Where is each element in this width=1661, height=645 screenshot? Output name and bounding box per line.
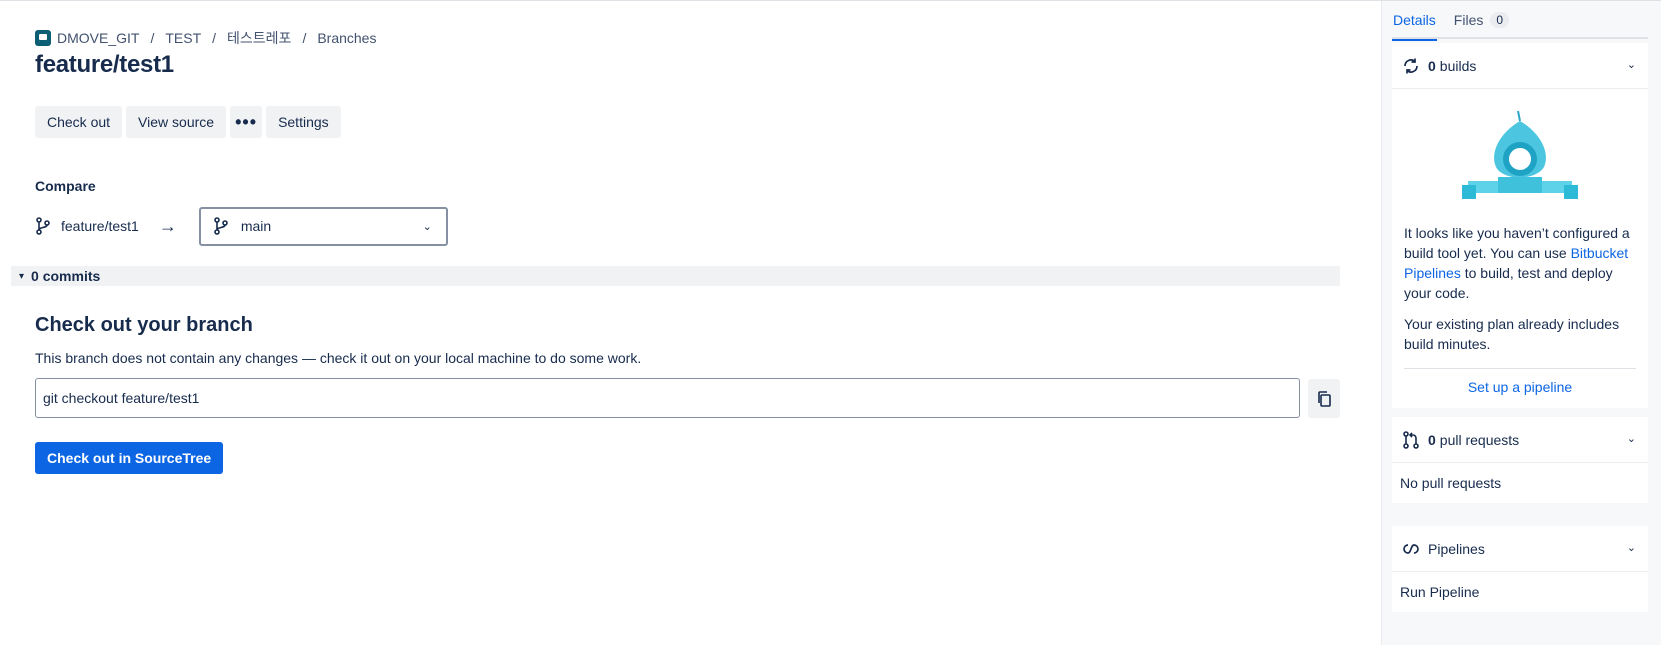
repository-icon: [35, 30, 51, 46]
pipelines-icon: [1402, 540, 1420, 558]
pipelines-panel-header[interactable]: Pipelines ⌄: [1392, 526, 1648, 572]
builds-label: builds: [1439, 57, 1477, 74]
set-up-pipeline-link[interactable]: Set up a pipeline: [1404, 369, 1636, 408]
chevron-down-icon: ⌄: [1626, 542, 1636, 554]
refresh-icon: [1402, 57, 1420, 75]
chevron-down-icon: ⌄: [1626, 59, 1636, 71]
pull-requests-panel-header[interactable]: 0 pull requests ⌄: [1392, 417, 1648, 463]
pipelines-illustration: [1462, 110, 1578, 199]
compare-label: Compare: [35, 178, 96, 194]
pipelines-panel: Pipelines ⌄ Run Pipeline: [1392, 526, 1648, 612]
branch-toolbar: Check out View source ••• Settings: [35, 106, 341, 138]
breadcrumb-branches[interactable]: Branches: [317, 30, 376, 46]
pipelines-label: Pipelines: [1428, 540, 1485, 557]
more-actions-button[interactable]: •••: [230, 106, 263, 138]
target-branch-value: main: [240, 218, 272, 234]
sidebar-tabs: Details Files 0: [1392, 1, 1648, 41]
pull-requests-count: 0: [1428, 431, 1436, 448]
chevron-down-icon: ⌄: [1626, 433, 1636, 445]
checkout-section-description: This branch does not contain any changes…: [35, 350, 642, 366]
source-branch-name: feature/test1: [61, 218, 139, 234]
check-out-button[interactable]: Check out: [35, 106, 123, 138]
builds-panel-body: It looks like you haven’t configured a b…: [1392, 109, 1648, 408]
tab-files[interactable]: Files 0: [1453, 1, 1510, 39]
chevron-down-icon: ▾: [19, 270, 25, 282]
tab-label: Details: [1393, 12, 1436, 28]
plan-message: Your existing plan already includes buil…: [1404, 316, 1620, 352]
commits-toggle[interactable]: ▾ 0 commits: [11, 266, 1340, 286]
copy-button[interactable]: [1308, 379, 1340, 418]
breadcrumb-separator: /: [150, 30, 155, 46]
checkout-command-field[interactable]: git checkout feature/test1: [35, 378, 1300, 418]
branch-icon: [36, 217, 50, 235]
settings-button[interactable]: Settings: [266, 106, 341, 138]
page-title: feature/test1: [35, 51, 174, 78]
checkout-section-title: Check out your branch: [35, 314, 253, 336]
run-pipeline-link[interactable]: Run Pipeline: [1392, 572, 1648, 612]
builds-empty-message: It looks like you haven’t configured a b…: [1404, 223, 1636, 354]
breadcrumb: DMOVE_GIT / TEST / 테스트레포 / Branches: [35, 28, 376, 48]
breadcrumb-separator: /: [212, 30, 217, 46]
chevron-down-icon: ⌄: [422, 220, 432, 233]
pull-requests-panel: 0 pull requests ⌄ No pull requests: [1392, 417, 1648, 503]
breadcrumb-separator: /: [302, 30, 307, 46]
commits-count-label: 0 commits: [31, 268, 101, 284]
branch-icon: [214, 217, 228, 235]
arrow-right-icon: →: [158, 215, 177, 236]
compare-row: feature/test1 → main ⌄: [35, 206, 448, 246]
breadcrumb-repository[interactable]: 테스트레포: [227, 28, 291, 48]
pull-request-icon: [1402, 430, 1420, 449]
tab-label: Files: [1453, 12, 1484, 28]
builds-panel: 0 builds ⌄ It looks like you haven’t con…: [1392, 43, 1648, 408]
target-branch-select[interactable]: main ⌄: [198, 206, 448, 246]
view-source-button[interactable]: View source: [126, 106, 227, 138]
breadcrumb-workspace[interactable]: DMOVE_GIT: [57, 30, 139, 46]
builds-count: 0: [1428, 57, 1436, 74]
check-out-in-sourcetree-button[interactable]: Check out in SourceTree: [35, 442, 224, 474]
builds-panel-header[interactable]: 0 builds ⌄: [1392, 43, 1648, 89]
pull-requests-label: pull requests: [1439, 431, 1520, 448]
details-sidebar: Details Files 0 0 builds ⌄ It looks like…: [1381, 1, 1661, 645]
copy-icon: [1318, 390, 1331, 407]
main-content: DMOVE_GIT / TEST / 테스트레포 / Branches feat…: [0, 1, 1380, 645]
files-count-badge: 0: [1490, 12, 1510, 28]
source-branch: feature/test1: [35, 217, 139, 235]
pull-requests-empty-text: No pull requests: [1400, 475, 1502, 491]
breadcrumb-project[interactable]: TEST: [165, 30, 201, 46]
tab-details[interactable]: Details: [1392, 1, 1437, 41]
